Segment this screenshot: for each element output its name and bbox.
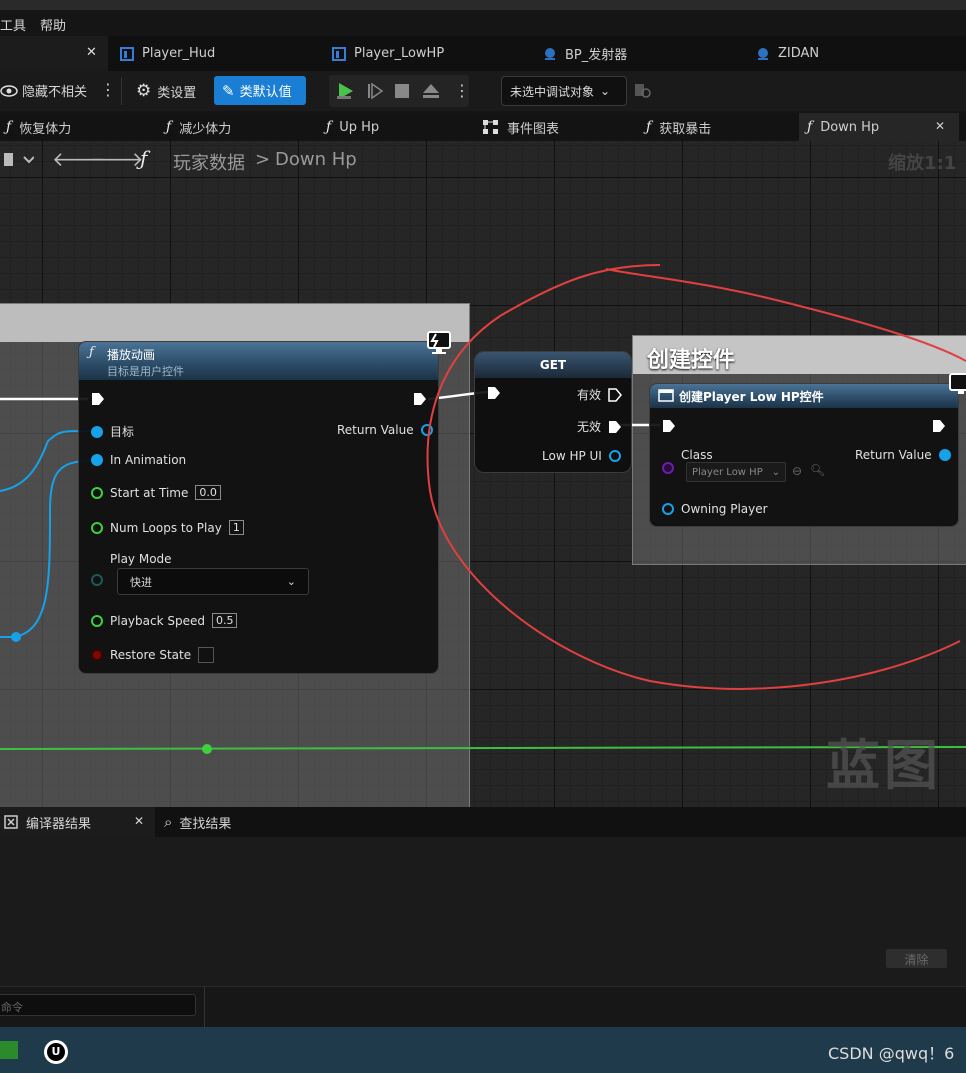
os-taskbar: U CSDN @qwq！6 <box>0 1027 966 1073</box>
tab-label: BP_发射器 <box>565 48 628 63</box>
tab-find-results[interactable]: ⌕ 查找结果 <box>164 807 231 837</box>
debug-object-icon[interactable] <box>634 83 652 99</box>
class-settings-label: 类设置 <box>157 85 197 101</box>
tab-zidan[interactable]: ZIDAN <box>756 36 819 71</box>
divider <box>121 77 122 105</box>
widget-blueprint-icon <box>332 46 346 61</box>
play-icon[interactable] <box>335 81 357 101</box>
tab-label: 查找结果 <box>179 816 232 832</box>
tab-function-down-hp[interactable]: ƒ Down Hp ✕ <box>799 113 959 141</box>
console-bar: 命令 <box>0 986 966 1028</box>
more-options-icon[interactable]: ⋮ <box>454 81 470 100</box>
clear-button[interactable]: 清除 <box>886 949 947 968</box>
annotation-circle <box>426 264 966 690</box>
tab-current[interactable]: ✕ <box>0 36 108 71</box>
search-icon: ⌕ <box>164 813 173 831</box>
blueprint-graph-canvas[interactable]: 🡐 🡒 ƒ 玩家数据 > Down Hp 缩放1:1 创建控件 ƒ 播放动画 目… <box>0 141 966 807</box>
nvidia-app-icon[interactable] <box>0 1041 18 1059</box>
step-icon[interactable] <box>366 83 384 99</box>
close-icon[interactable]: ✕ <box>935 119 945 133</box>
tab-function-up-hp[interactable]: ƒ Up Hp <box>326 113 379 141</box>
tab-label: 事件图表 <box>507 121 560 137</box>
tab-bp-launcher[interactable]: BP_发射器 <box>543 36 627 71</box>
console-input[interactable]: 命令 <box>0 994 196 1016</box>
debug-target-dropdown[interactable]: 未选中调试对象 ⌄ <box>501 76 627 106</box>
stop-icon[interactable] <box>395 84 409 98</box>
event-graph-icon <box>483 120 498 134</box>
divider <box>204 987 205 1028</box>
browser-tab-strip <box>0 0 966 10</box>
tab-event-graph[interactable]: 事件图表 <box>483 113 559 141</box>
blueprint-toolbar: 隐藏不相关 ⋮ ⚙ 类设置 ✎ 类默认值 ⋮ 未选中调试对象 ⌄ <box>0 71 966 111</box>
document-tab-bar: ✕ Player_Hud Player_LowHP BP_发射器 ZIDAN <box>0 36 966 71</box>
tab-label: 恢复体力 <box>19 121 72 137</box>
tab-label: 编译器结果 <box>26 816 92 832</box>
hide-unrelated-label: 隐藏不相关 <box>22 85 88 100</box>
menu-help[interactable]: 帮助 <box>40 15 66 34</box>
tab-function-restore-stamina[interactable]: ƒ 恢复体力 <box>6 113 71 141</box>
graph-tab-bar: ƒ 恢复体力 ƒ 减少体力 ƒ Up Hp 事件图表 ƒ 获取暴击 ƒ Down Hp ✕ <box>0 113 966 141</box>
actor-blueprint-icon <box>758 47 768 60</box>
tab-label: Down Hp <box>820 119 880 135</box>
function-icon: ƒ <box>166 119 172 135</box>
function-icon: ƒ <box>646 119 652 135</box>
widget-blueprint-icon <box>120 46 134 61</box>
close-icon[interactable]: ✕ <box>86 45 97 60</box>
tab-compiler-results[interactable]: 编译器结果 ✕ <box>0 807 155 837</box>
eye-icon <box>0 84 18 97</box>
tab-label: Player_LowHP <box>354 46 445 61</box>
tab-player-lowhp[interactable]: Player_LowHP <box>332 36 444 71</box>
debug-target-label: 未选中调试对象 <box>510 84 595 99</box>
menu-tools[interactable]: 工具 <box>0 15 26 34</box>
csdn-watermark: CSDN @qwq！6 <box>828 1044 955 1063</box>
play-controls: ⋮ <box>329 75 470 107</box>
close-icon[interactable]: ✕ <box>134 814 144 828</box>
tab-label: Player_Hud <box>142 46 216 61</box>
blueprint-watermark: 蓝图 <box>826 734 942 797</box>
tab-label: ZIDAN <box>778 46 820 61</box>
actor-blueprint-icon <box>545 47 555 60</box>
menu-bar: 工具 帮助 <box>0 10 966 36</box>
tab-player-hud[interactable]: Player_Hud <box>120 36 215 71</box>
class-defaults-button[interactable]: ✎ 类默认值 <box>214 76 306 105</box>
tab-label: 减少体力 <box>179 121 232 137</box>
class-settings-button[interactable]: ⚙ 类设置 <box>136 81 196 101</box>
tab-function-reduce-stamina[interactable]: ƒ 减少体力 <box>166 113 231 141</box>
chevron-down-icon: ⌄ <box>600 84 611 98</box>
function-icon: ƒ <box>807 119 813 135</box>
function-icon: ƒ <box>6 119 12 135</box>
gear-icon: ⚙ <box>136 81 152 101</box>
more-options-icon[interactable]: ⋮ <box>100 80 116 99</box>
tab-label: 获取暴击 <box>659 121 712 137</box>
bottom-tab-bar: 编译器结果 ✕ ⌕ 查找结果 <box>0 807 966 837</box>
unreal-logo: U <box>47 1043 65 1061</box>
eject-icon[interactable] <box>422 83 440 99</box>
function-icon: ƒ <box>326 119 332 135</box>
edit-icon: ✎ <box>222 81 235 100</box>
unreal-engine-icon[interactable]: U <box>44 1040 68 1064</box>
compiler-icon <box>4 815 18 829</box>
class-defaults-label: 类默认值 <box>239 85 292 100</box>
hide-unrelated-button[interactable]: 隐藏不相关 <box>0 81 87 100</box>
tab-function-get-crit[interactable]: ƒ 获取暴击 <box>646 113 711 141</box>
tab-label: Up Hp <box>339 119 380 135</box>
bottom-panel: 编译器结果 ✕ ⌕ 查找结果 清除 命令 <box>0 807 966 1028</box>
